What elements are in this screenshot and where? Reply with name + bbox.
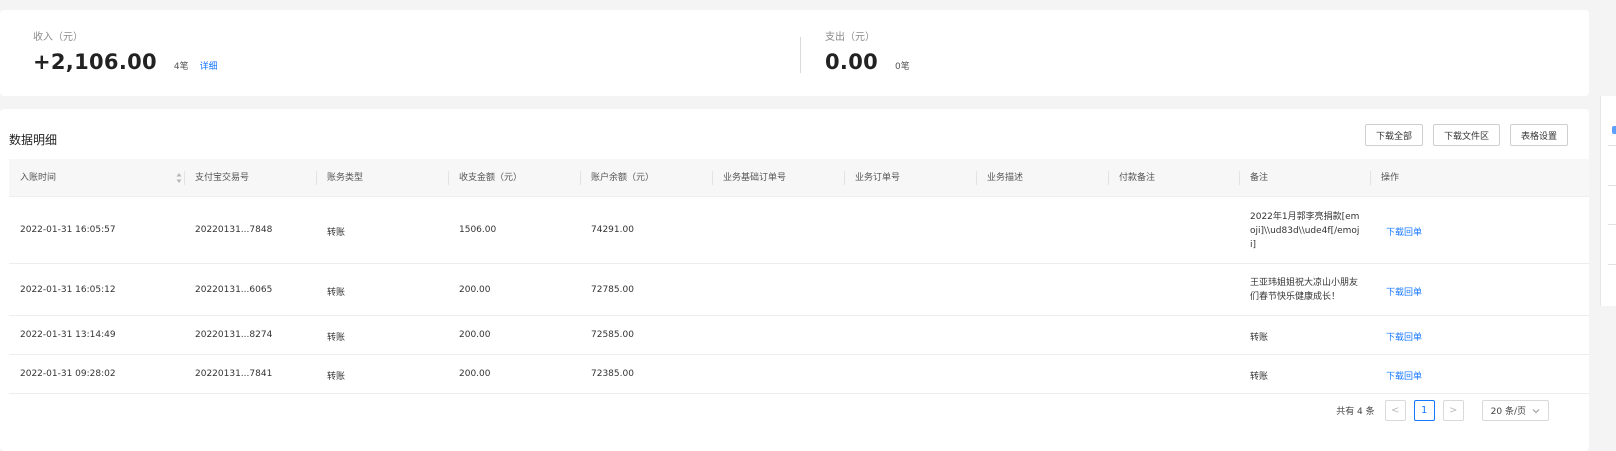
table-row: 2022-01-31 16:05:12 20220131...6065 转账 2…	[9, 264, 1593, 316]
cell-time: 2022-01-31 13:14:49	[20, 330, 116, 340]
cell-trade-no: 20220131...8274	[195, 330, 273, 340]
income-summary: 收入（元） +2,106.00 4笔 详细	[33, 28, 218, 74]
pagination-total: 共有 4 条	[1336, 407, 1375, 417]
expense-amount: 0.00	[825, 50, 879, 74]
table-row: 2022-01-31 09:28:02 20220131...7841 转账 2…	[9, 355, 1593, 394]
column-separator	[712, 171, 713, 185]
column-separator	[1370, 171, 1371, 185]
cell-type: 转账	[327, 372, 346, 382]
cell-time: 2022-01-31 09:28:02	[20, 369, 116, 379]
cell-note: 转账	[1250, 333, 1269, 343]
col-description: 业务描述	[987, 173, 1024, 183]
sort-icon[interactable]	[176, 172, 182, 184]
download-receipt-link[interactable]: 下载回单	[1386, 225, 1422, 238]
page-1-button[interactable]: 1	[1413, 400, 1435, 421]
column-separator	[580, 171, 581, 185]
chevron-down-icon	[1532, 408, 1540, 413]
col-payment-note: 付款备注	[1119, 173, 1156, 183]
cell-time: 2022-01-31 16:05:57	[20, 225, 116, 235]
transactions-table: 入账时间 支付宝交易号 账务类型 收支金额（元） 账户余额（元） 业务基础订单号…	[9, 159, 1593, 394]
income-amount: +2,106.00	[33, 50, 157, 74]
expense-label: 支出（元）	[825, 32, 875, 43]
cell-balance: 72385.00	[591, 369, 634, 379]
side-toolbar-divider	[1608, 224, 1616, 225]
side-toolbar-divider	[1608, 185, 1616, 186]
table-header: 入账时间 支付宝交易号 账务类型 收支金额（元） 账户余额（元） 业务基础订单号…	[9, 159, 1593, 197]
next-page-button[interactable]: >	[1442, 400, 1464, 421]
table-row: 2022-01-31 13:14:49 20220131...8274 转账 2…	[9, 316, 1593, 355]
cell-note: 转账	[1250, 372, 1269, 382]
column-separator	[976, 171, 977, 185]
download-all-button[interactable]: 下载全部	[1364, 124, 1423, 146]
cell-balance: 72785.00	[591, 285, 634, 295]
col-time[interactable]: 入账时间	[20, 159, 56, 197]
cell-time: 2022-01-31 16:05:12	[20, 285, 116, 295]
prev-page-button[interactable]: <	[1384, 400, 1406, 421]
cell-balance: 72585.00	[591, 330, 634, 340]
cell-balance: 74291.00	[591, 225, 634, 235]
cell-note: 2022年1月郭李亮捐款[emoji]\\ud83d\\ude4f[/emoji…	[1250, 212, 1360, 250]
side-toolbar-indicator	[1612, 126, 1616, 134]
col-base-order: 业务基础订单号	[723, 173, 787, 183]
table-settings-button[interactable]: 表格设置	[1509, 124, 1568, 146]
col-balance: 账户余额（元）	[591, 173, 655, 183]
panel-title: 数据明细	[9, 133, 58, 147]
col-action: 操作	[1381, 173, 1400, 183]
cell-type: 转账	[327, 288, 346, 298]
income-detail-link[interactable]: 详细	[200, 59, 218, 72]
download-receipt-link[interactable]: 下载回单	[1386, 330, 1422, 343]
cell-amount: 1506.00	[459, 225, 497, 235]
column-separator	[184, 171, 185, 185]
cell-trade-no: 20220131...7841	[195, 369, 273, 379]
summary-card: 收入（元） +2,106.00 4笔 详细 支出（元） 0.00 0笔	[0, 10, 1589, 96]
column-separator	[316, 171, 317, 185]
detail-panel: 数据明细 下载全部 下载文件区 表格设置 入账时间 支付宝交易号 账务类型 收支…	[0, 109, 1593, 451]
cell-trade-no: 20220131...7848	[195, 225, 273, 235]
column-separator	[1108, 171, 1109, 185]
toolbar: 下载全部 下载文件区 表格设置	[1364, 124, 1568, 146]
page-size-label: 20 条/页	[1490, 407, 1526, 417]
column-separator	[844, 171, 845, 185]
cell-amount: 200.00	[459, 369, 491, 379]
col-type: 账务类型	[327, 173, 364, 183]
cell-type: 转账	[327, 333, 346, 343]
table-row: 2022-01-31 16:05:57 20220131...7848 转账 1…	[9, 197, 1593, 264]
col-order: 业务订单号	[855, 173, 901, 183]
cell-type: 转账	[327, 228, 346, 238]
download-receipt-link[interactable]: 下载回单	[1386, 285, 1422, 298]
column-separator	[1239, 171, 1240, 185]
download-receipt-link[interactable]: 下载回单	[1386, 369, 1422, 382]
cell-amount: 200.00	[459, 330, 491, 340]
cell-note: 王亚玮姐姐祝大凉山小朋友们春节快乐健康成长！	[1250, 278, 1359, 302]
income-count: 4笔	[173, 62, 189, 72]
income-label: 收入（元）	[33, 32, 83, 43]
col-note: 备注	[1250, 173, 1269, 183]
side-toolbar-divider	[1608, 264, 1616, 265]
expense-count: 0笔	[895, 62, 910, 72]
summary-divider	[800, 37, 801, 73]
cell-amount: 200.00	[459, 285, 491, 295]
expense-summary: 支出（元） 0.00 0笔	[825, 28, 910, 74]
col-trade-no: 支付宝交易号	[195, 173, 250, 183]
cell-trade-no: 20220131...6065	[195, 285, 273, 295]
download-files-button[interactable]: 下载文件区	[1432, 124, 1500, 146]
col-amount: 收支金额（元）	[459, 173, 523, 183]
side-toolbar-divider	[1608, 145, 1616, 146]
pagination: 共有 4 条 < 1 > 20 条/页	[1336, 400, 1549, 421]
page-size-select[interactable]: 20 条/页	[1481, 400, 1549, 421]
column-separator	[448, 171, 449, 185]
